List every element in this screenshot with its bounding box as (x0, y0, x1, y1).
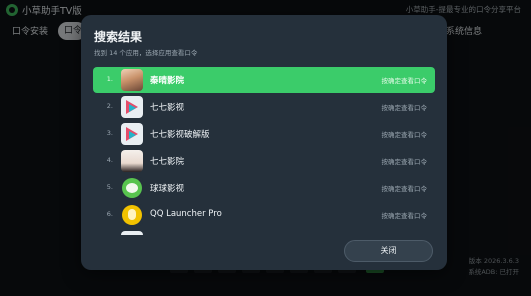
row-number: 6. (106, 210, 113, 218)
app-name: QQ Launcher Pro (150, 209, 222, 219)
result-row-partial[interactable] (93, 229, 435, 235)
row-number: 5. (106, 183, 113, 191)
row-hint: 按确定查看口令 (381, 131, 428, 139)
app-name: 球球影视 (150, 184, 185, 194)
dialog-subtitle: 找到 14 个应用，选择应用查看口令 (94, 49, 198, 57)
app-icon (121, 231, 143, 235)
app-name: 七七影视 (150, 103, 185, 113)
result-row[interactable]: 1. 秦晴影院 按确定查看口令 (93, 67, 435, 93)
row-number: 4. (106, 156, 113, 164)
results-list: 1. 秦晴影院 按确定查看口令 2. 七七影视 按确定查看口令 3. 七七影视破… (93, 67, 435, 235)
girl-photo-icon (121, 150, 143, 172)
row-hint: 按确定查看口令 (381, 104, 428, 112)
result-row[interactable]: 4. 七七影院 按确定查看口令 (93, 148, 435, 174)
result-row[interactable]: 3. 七七影视破解版 按确定查看口令 (93, 121, 435, 147)
qiqi-play-icon (121, 96, 143, 118)
app-name: 秦晴影院 (150, 76, 185, 86)
person-photo-icon (121, 69, 143, 91)
row-hint: 按确定查看口令 (381, 212, 428, 220)
result-row[interactable]: 6. QQ Launcher Pro 按确定查看口令 (93, 202, 435, 228)
row-number: 1. (106, 75, 113, 83)
row-number: 2. (106, 102, 113, 110)
result-row[interactable]: 5. 球球影视 按确定查看口令 (93, 175, 435, 201)
result-row[interactable]: 2. 七七影视 按确定查看口令 (93, 94, 435, 120)
dialog-title: 搜索结果 (94, 30, 143, 44)
row-hint: 按确定查看口令 (381, 185, 428, 193)
qiqi-play-icon (121, 123, 143, 145)
app-name: 七七影视破解版 (150, 130, 210, 140)
app-name: 七七影院 (150, 157, 185, 167)
green-ball-icon (121, 177, 143, 199)
search-results-dialog: 搜索结果 找到 14 个应用，选择应用查看口令 1. 秦晴影院 按确定查看口令 … (81, 15, 447, 270)
row-hint: 按确定查看口令 (381, 77, 428, 85)
row-number: 3. (106, 129, 113, 137)
qq-launcher-icon (121, 204, 143, 226)
close-button[interactable]: 关闭 (344, 240, 433, 262)
row-hint: 按确定查看口令 (381, 158, 428, 166)
